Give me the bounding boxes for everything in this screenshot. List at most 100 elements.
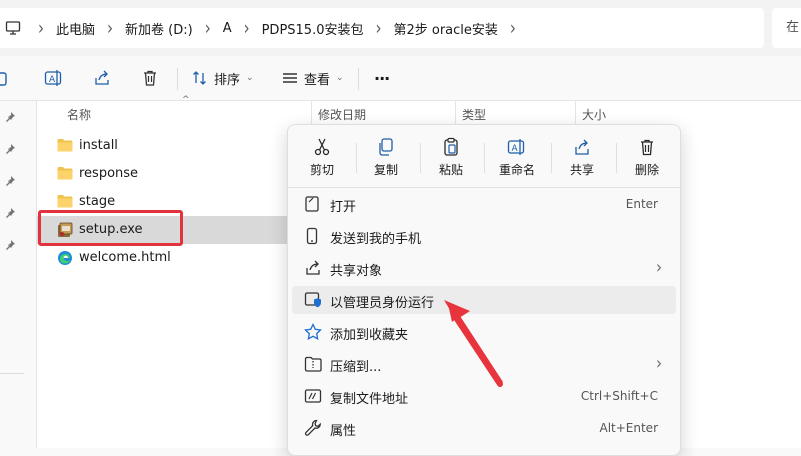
pin-icon[interactable] [4, 111, 16, 127]
paste-icon [423, 135, 479, 157]
menu-item-label: 以管理员身份运行 [330, 296, 435, 311]
breadcrumb-folder-a[interactable]: A [223, 21, 232, 36]
command-bar: A 排序 ⌄ 查看 ⌄ ··· [0, 56, 801, 101]
breadcrumb-this-pc[interactable]: 此电脑 [56, 19, 95, 38]
sort-icon [192, 70, 208, 86]
shortcut-text: Alt+Enter [599, 421, 658, 435]
file-row-install[interactable]: install [37, 132, 287, 160]
navigation-pane [0, 101, 24, 448]
star-icon [304, 322, 322, 345]
menu-item-label: 复制文件地址 [330, 392, 409, 407]
paste-button[interactable]: 粘贴 [423, 135, 479, 179]
menu-item-properties[interactable]: 属性 Alt+Enter [292, 414, 676, 442]
menu-item-label: 打开 [330, 200, 357, 215]
shortcut-text: Ctrl+Shift+C [580, 389, 658, 403]
menu-item-label: 添加到收藏夹 [330, 328, 409, 343]
chevron-right-icon[interactable]: › [510, 16, 516, 39]
chevron-right-icon: › [656, 256, 662, 278]
menu-item-label: 共享对象 [330, 264, 383, 279]
delete-toolbar-button[interactable] [141, 64, 159, 92]
chevron-right-icon[interactable]: › [244, 16, 250, 39]
chevron-right-icon[interactable]: › [375, 16, 381, 39]
file-row-response[interactable]: response [37, 160, 287, 188]
menu-item-label: 发送到我的手机 [330, 232, 422, 247]
chevron-right-icon: › [656, 352, 662, 374]
file-name: stage [79, 194, 116, 209]
chevron-right-icon[interactable]: › [107, 16, 113, 39]
cut-label: 剪切 [309, 163, 334, 177]
menu-item-compress[interactable]: 压缩到... › [292, 350, 676, 378]
share-button[interactable]: 共享 [554, 135, 610, 179]
share-icon [93, 69, 111, 87]
file-row-welcome-html[interactable]: welcome.html [37, 244, 287, 272]
menu-item-open[interactable]: 打开 Enter [292, 190, 676, 218]
zip-icon [304, 355, 322, 377]
share-with-icon [304, 259, 322, 281]
delete-label: 删除 [634, 163, 659, 177]
copy-icon [0, 69, 10, 87]
svg-text:A: A [49, 75, 56, 85]
trash-icon [619, 135, 675, 157]
more-options-button[interactable]: ··· [374, 64, 390, 92]
breadcrumb-drive-d[interactable]: 新加卷 (D:) [125, 19, 193, 38]
share-label: 共享 [569, 163, 594, 177]
delete-button[interactable]: 删除 [619, 135, 675, 179]
shield-admin-icon [304, 291, 322, 313]
copy-path-icon [304, 387, 322, 409]
copy-icon [358, 135, 414, 157]
view-menu-button[interactable]: 查看 ⌄ [282, 64, 344, 92]
share-toolbar-button[interactable] [93, 64, 111, 92]
address-bar[interactable]: › 此电脑 › 新加卷 (D:) › A › PDPS15.0安装包 › 第2步 orac… [0, 8, 764, 48]
sort-label: 排序 [214, 72, 241, 88]
menu-item-share-with[interactable]: 共享对象 › [292, 254, 676, 282]
breadcrumb-oracle-step[interactable]: 第2步 oracle安装 [393, 19, 497, 38]
menu-item-label: 属性 [330, 424, 357, 439]
edge-html-icon [57, 250, 73, 270]
search-box[interactable]: 在 [772, 8, 801, 48]
menu-item-copy-path[interactable]: 复制文件地址 Ctrl+Shift+C [292, 382, 676, 410]
pin-icon[interactable] [4, 175, 16, 191]
folder-icon [57, 138, 73, 156]
column-header-name[interactable]: 名称 [61, 101, 317, 127]
rename-button[interactable]: A 重命名 [486, 135, 548, 179]
cut-button[interactable]: 剪切 [294, 135, 350, 179]
pin-icon[interactable] [4, 207, 16, 223]
pin-icon[interactable] [4, 239, 16, 255]
scissors-icon [294, 135, 350, 157]
file-name: install [79, 138, 118, 153]
svg-text:A: A [512, 144, 519, 154]
breadcrumb-pdps-package[interactable]: PDPS15.0安装包 [262, 19, 364, 38]
menu-item-send-to-phone[interactable]: 发送到我的手机 [292, 222, 676, 250]
chevron-right-icon[interactable]: › [205, 16, 211, 39]
rename-toolbar-button[interactable]: A [44, 64, 64, 92]
annotation-highlight-box [38, 210, 183, 246]
view-list-icon [282, 71, 298, 85]
rename-label: 重命名 [498, 163, 535, 177]
file-name: welcome.html [79, 250, 171, 265]
shortcut-text: Enter [625, 197, 658, 211]
sort-menu-button[interactable]: 排序 ⌄ [192, 64, 254, 92]
open-icon [304, 195, 320, 217]
address-bar-area: › 此电脑 › 新加卷 (D:) › A › PDPS15.0安装包 › 第2步 orac… [0, 0, 801, 56]
paste-label: 粘贴 [438, 163, 463, 177]
chevron-down-icon: ⌄ [336, 73, 344, 83]
share-icon [554, 135, 610, 157]
menu-item-run-as-admin[interactable]: 以管理员身份运行 [292, 286, 676, 314]
trash-icon [141, 69, 159, 87]
chevron-right-icon[interactable]: › [38, 16, 44, 39]
copy-button[interactable]: 复制 [358, 135, 414, 179]
pin-icon[interactable] [4, 143, 16, 159]
copy-toolbar-button[interactable] [0, 64, 10, 92]
folder-icon [57, 166, 73, 184]
phone-icon [304, 227, 320, 249]
copy-label: 复制 [373, 163, 398, 177]
wrench-icon [304, 419, 322, 441]
menu-item-add-favorites[interactable]: 添加到收藏夹 [292, 318, 676, 346]
rename-icon: A [44, 69, 64, 87]
file-name: response [79, 166, 139, 181]
rename-icon: A [486, 135, 548, 157]
menu-item-label: 压缩到... [330, 360, 382, 375]
context-menu: 剪切 复制 粘贴 A 重命名 共享 删除 打开 Enter 发送到我的手机 共享… [287, 124, 681, 456]
this-pc-icon[interactable] [0, 20, 26, 36]
view-label: 查看 [304, 72, 331, 88]
